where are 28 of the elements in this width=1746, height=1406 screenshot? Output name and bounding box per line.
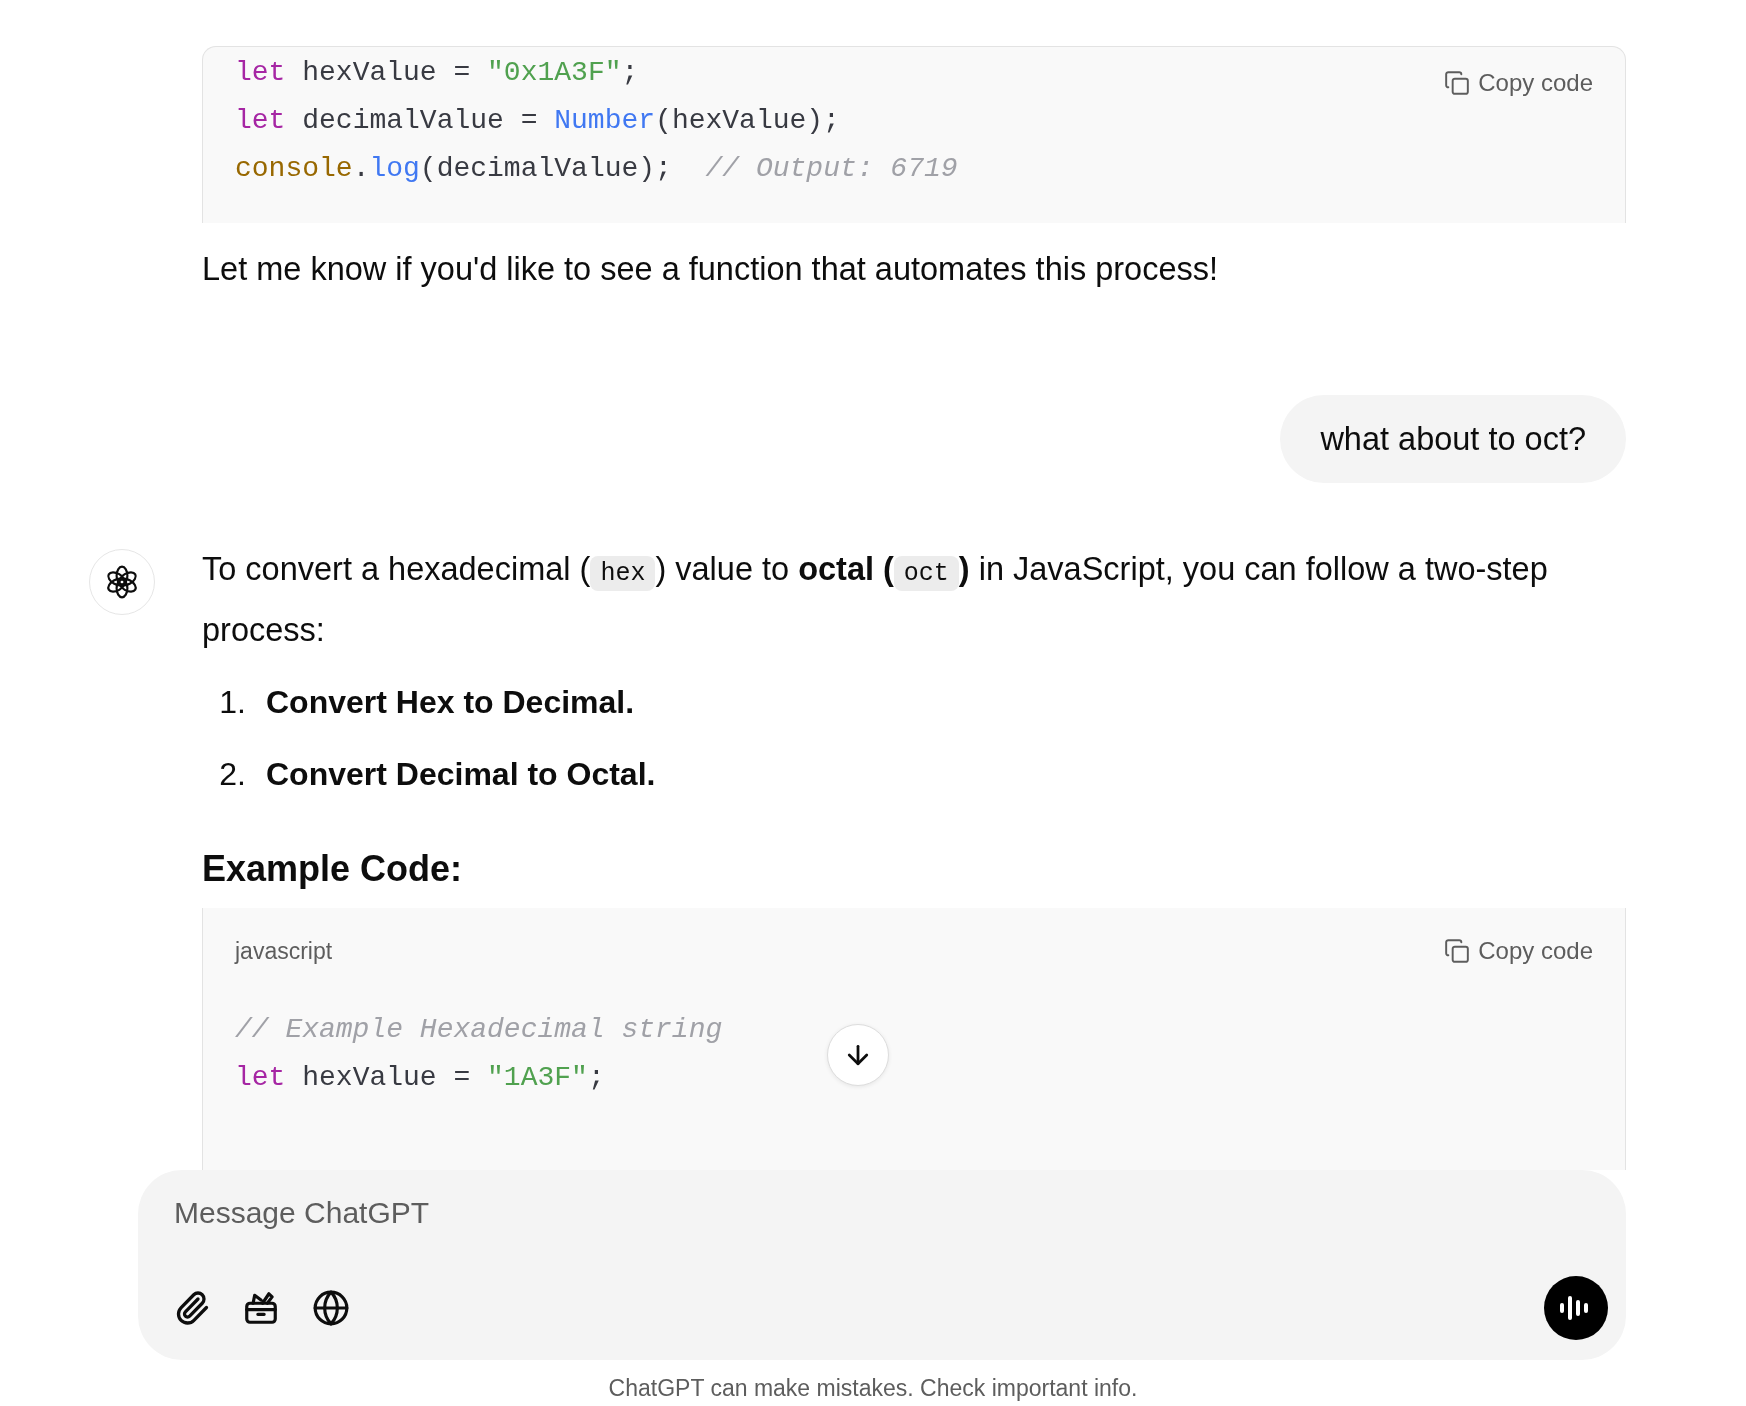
scroll-down-button[interactable]: [827, 1024, 889, 1086]
code-line: // Example Hexadecimal string: [235, 1013, 723, 1047]
box-icon: [242, 1289, 280, 1327]
paperclip-icon: [174, 1290, 210, 1326]
copy-icon: [1444, 70, 1471, 96]
globe-icon: [312, 1289, 350, 1327]
attach-button[interactable]: [174, 1290, 210, 1326]
copy-icon: [1444, 938, 1471, 964]
tools-button[interactable]: [242, 1289, 280, 1327]
code-line: let hexValue = "0x1A3F";: [235, 56, 639, 90]
disclaimer-text: ChatGPT can make mistakes. Check important info.: [608, 1375, 1138, 1402]
list-item-text: Convert Decimal to Octal.: [266, 755, 656, 794]
section-heading: Example Code:: [202, 848, 464, 890]
user-message-bubble: what about to oct?: [1280, 395, 1626, 483]
web-search-button[interactable]: [312, 1289, 350, 1327]
code-line: console.log(decimalValue); // Output: 6719: [235, 152, 958, 186]
copy-code-button[interactable]: Copy code: [1444, 937, 1593, 965]
logo-icon: [104, 564, 140, 600]
list-number: 1.: [218, 683, 246, 722]
message-input[interactable]: Message ChatGPT: [174, 1196, 774, 1230]
message-text: To convert a hexadecimal ( hex ) value to octal ( oct ) in JavaScript, you can follow a two-step process:: [202, 550, 1549, 650]
code-language: javascript: [235, 937, 333, 965]
code-line: let hexValue = "1A3F";: [235, 1061, 605, 1095]
copy-code-button[interactable]: Copy code: [1444, 69, 1593, 97]
message-text: Let me know if you'd like to see a function that automates this process!: [202, 250, 1220, 289]
list-number: 2.: [218, 755, 246, 794]
code-line: let decimalValue = Number(hexValue);: [235, 104, 840, 138]
list-item-text: Convert Hex to Decimal.: [266, 683, 635, 722]
